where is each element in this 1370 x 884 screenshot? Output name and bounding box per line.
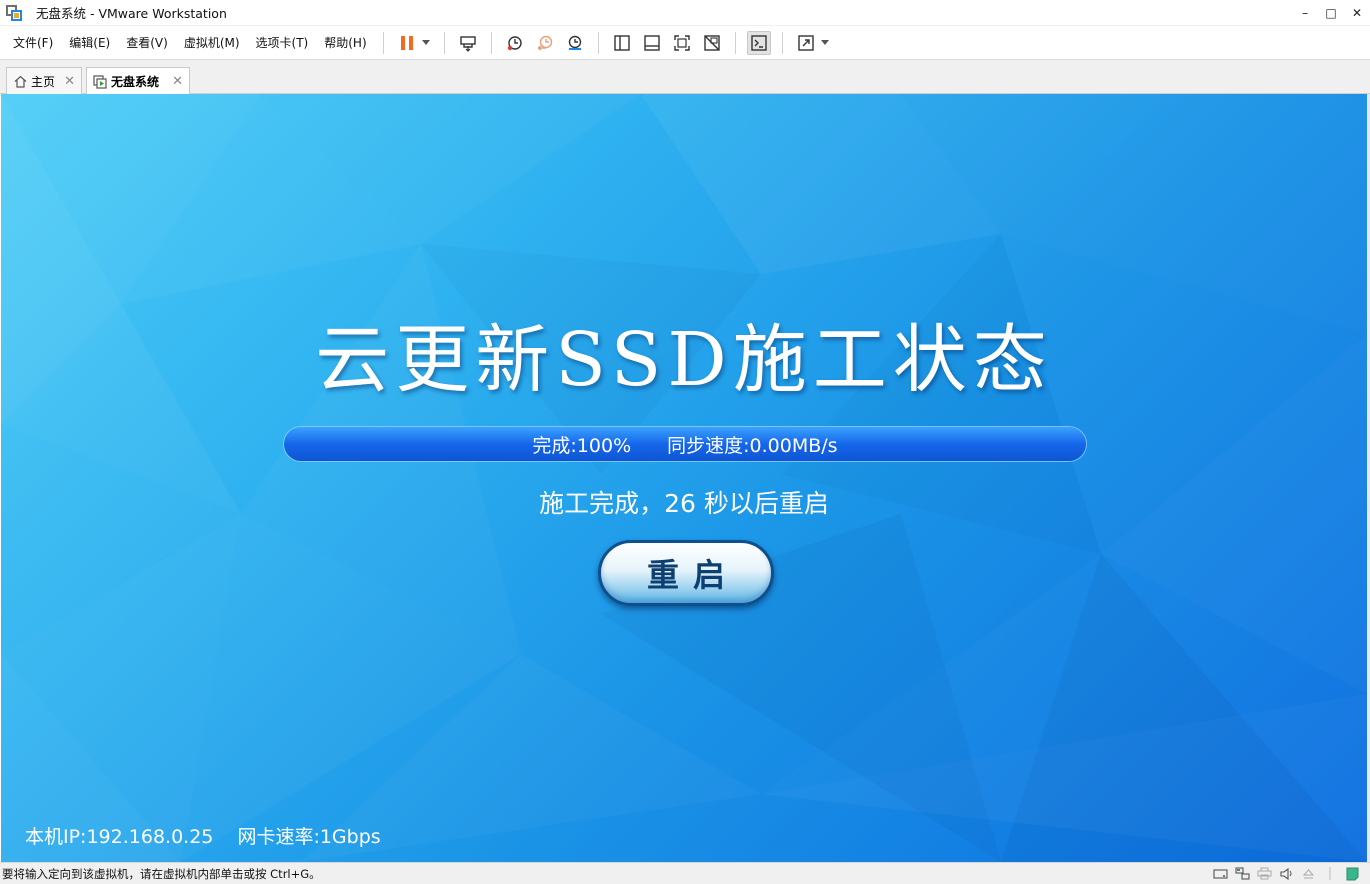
pause-icon[interactable] xyxy=(395,31,419,55)
progress-text: 完成:100% 同步速度:0.00MB/s xyxy=(284,427,1086,461)
console-view-icon[interactable] xyxy=(746,30,771,55)
nic-speed-label: 网卡速率:1Gbps xyxy=(237,826,381,848)
window-controls: – □ ✕ xyxy=(1292,0,1370,26)
progress-complete-label: 完成:100% xyxy=(532,434,632,457)
tab-vm-close-icon[interactable]: ✕ xyxy=(164,74,183,89)
tab-home-close-icon[interactable]: ✕ xyxy=(56,74,75,89)
local-ip-label: 本机IP:192.168.0.25 xyxy=(25,826,214,848)
menu-help[interactable]: 帮助(H) xyxy=(316,32,374,54)
stretch-guest-icon[interactable] xyxy=(794,31,818,55)
maximize-button[interactable]: □ xyxy=(1318,0,1344,26)
tab-home-label: 主页 xyxy=(31,74,56,89)
snapshot-manager-icon[interactable] xyxy=(563,31,587,55)
restart-countdown-text: 施工完成，26 秒以后重启 xyxy=(539,489,829,518)
hard-disk-icon[interactable] xyxy=(1212,866,1228,882)
reboot-button[interactable]: 重启 xyxy=(598,540,774,606)
menu-view[interactable]: 查看(V) xyxy=(118,32,176,54)
title-bar: 无盘系统 - VMware Workstation – □ ✕ xyxy=(0,0,1370,26)
construction-status-title: 云更新SSD施工状态 xyxy=(315,317,1053,403)
device-status-icons xyxy=(1206,866,1360,882)
usb-eject-icon[interactable] xyxy=(1300,866,1316,882)
message-log-icon[interactable] xyxy=(1344,866,1360,882)
sync-speed-label: 同步速度:0.00MB/s xyxy=(667,434,838,457)
menu-edit[interactable]: 编辑(E) xyxy=(61,32,118,54)
network-adapter-icon[interactable] xyxy=(1234,866,1250,882)
tab-home[interactable]: 主页 ✕ xyxy=(6,67,82,94)
home-icon xyxy=(13,74,27,88)
menu-file[interactable]: 文件(F) xyxy=(5,32,61,54)
vm-console-screen[interactable]: 云更新SSD施工状态 完成:100% 同步速度:0.00MB/s 施工完成，26… xyxy=(1,94,1367,862)
toolbar-separator xyxy=(734,31,736,54)
full-screen-icon[interactable] xyxy=(670,31,694,55)
snapshot-icon[interactable] xyxy=(503,31,527,55)
status-bar: 要将输入定向到该虚拟机，请在虚拟机内部单击或按 Ctrl+G。 xyxy=(0,862,1370,884)
stretch-dropdown-chevron-icon[interactable] xyxy=(819,31,831,55)
power-dropdown-chevron-icon[interactable] xyxy=(420,31,432,55)
revert-snapshot-icon[interactable] xyxy=(533,31,557,55)
sync-progress-bar: 完成:100% 同步速度:0.00MB/s xyxy=(283,426,1087,462)
network-info: 本机IP:192.168.0.25 网卡速率:1Gbps xyxy=(25,822,381,849)
show-library-icon[interactable] xyxy=(610,31,634,55)
unity-mode-icon[interactable] xyxy=(700,31,724,55)
toolbar-separator xyxy=(781,31,783,54)
background-facets xyxy=(1,94,1367,862)
tab-vm[interactable]: 无盘系统 ✕ xyxy=(86,67,190,95)
tab-strip: 主页 ✕ 无盘系统 ✕ xyxy=(0,60,1370,95)
show-thumbnail-bar-icon[interactable] xyxy=(640,31,664,55)
toolbar-separator xyxy=(382,31,384,54)
toolbar-separator xyxy=(443,31,445,54)
vmware-app-icon xyxy=(6,4,22,21)
vm-running-icon xyxy=(93,74,107,89)
toolbar-separator xyxy=(597,31,599,54)
status-message: 要将输入定向到该虚拟机，请在虚拟机内部单击或按 Ctrl+G。 xyxy=(2,866,321,881)
sound-card-icon[interactable] xyxy=(1278,866,1294,882)
menu-vm[interactable]: 虚拟机(M) xyxy=(176,32,248,54)
close-window-button[interactable]: ✕ xyxy=(1344,0,1370,26)
tab-vm-label: 无盘系统 xyxy=(111,75,160,89)
minimize-button[interactable]: – xyxy=(1292,0,1318,26)
separator-icon xyxy=(1322,866,1338,882)
window-title: 无盘系统 - VMware Workstation xyxy=(36,6,227,21)
printer-icon[interactable] xyxy=(1256,866,1272,882)
menu-tabs[interactable]: 选项卡(T) xyxy=(248,32,317,54)
send-ctrl-alt-del-icon[interactable] xyxy=(456,31,480,55)
toolbar-separator xyxy=(490,31,492,54)
menu-toolbar: 文件(F) 编辑(E) 查看(V) 虚拟机(M) 选项卡(T) 帮助(H) xyxy=(0,26,1370,60)
